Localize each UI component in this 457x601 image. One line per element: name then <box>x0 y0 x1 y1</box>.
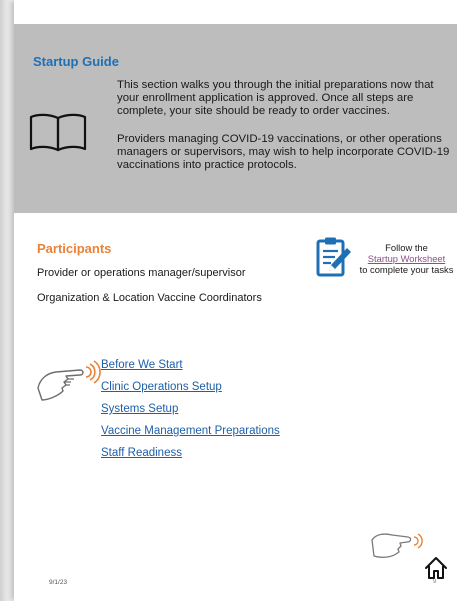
intro-paragraph: This section walks you through the initi… <box>117 79 434 117</box>
clipboard-pencil-icon <box>316 237 351 277</box>
open-book-icon <box>29 113 87 152</box>
section-title: Startup Guide <box>33 54 119 69</box>
tapping-hand-icon <box>371 533 423 558</box>
participant-item: Provider or operations manager/superviso… <box>37 267 246 279</box>
worksheet-callout-suffix: to complete your tasks <box>359 264 454 275</box>
startup-worksheet-link[interactable]: Startup Worksheet <box>368 253 445 264</box>
page-number: 9 <box>433 579 437 585</box>
tapping-hand-icon <box>37 360 101 401</box>
footer-date: 9/1/23 <box>49 579 68 586</box>
intro-panel: Startup Guide This section walks you thr… <box>14 24 457 213</box>
list-item: Systems Setup <box>101 399 280 421</box>
section-link-list: Before We Start Clinic Operations Setup … <box>101 355 280 465</box>
intro-paragraph: Providers managing COVID-19 vaccinations… <box>117 133 450 171</box>
list-item: Before We Start <box>101 355 280 377</box>
page-shadow-edge <box>0 0 14 601</box>
worksheet-callout-prefix: Follow the <box>385 242 428 253</box>
staff-readiness-link[interactable]: Staff Readiness <box>101 447 182 459</box>
clinic-operations-setup-link[interactable]: Clinic Operations Setup <box>101 381 222 393</box>
vaccine-management-preparations-link[interactable]: Vaccine Management Preparations <box>101 425 280 437</box>
list-item: Vaccine Management Preparations <box>101 421 280 443</box>
home-icon[interactable] <box>423 555 449 581</box>
before-we-start-link[interactable]: Before We Start <box>101 359 183 371</box>
participant-item: Organization & Location Vaccine Coordina… <box>37 292 262 304</box>
list-item: Staff Readiness <box>101 443 280 465</box>
participants-heading: Participants <box>37 241 112 256</box>
list-item: Clinic Operations Setup <box>101 377 280 399</box>
systems-setup-link[interactable]: Systems Setup <box>101 403 178 415</box>
document-page: Startup Guide This section walks you thr… <box>14 0 457 601</box>
worksheet-callout: Follow the Startup Worksheet to complete… <box>356 242 457 275</box>
